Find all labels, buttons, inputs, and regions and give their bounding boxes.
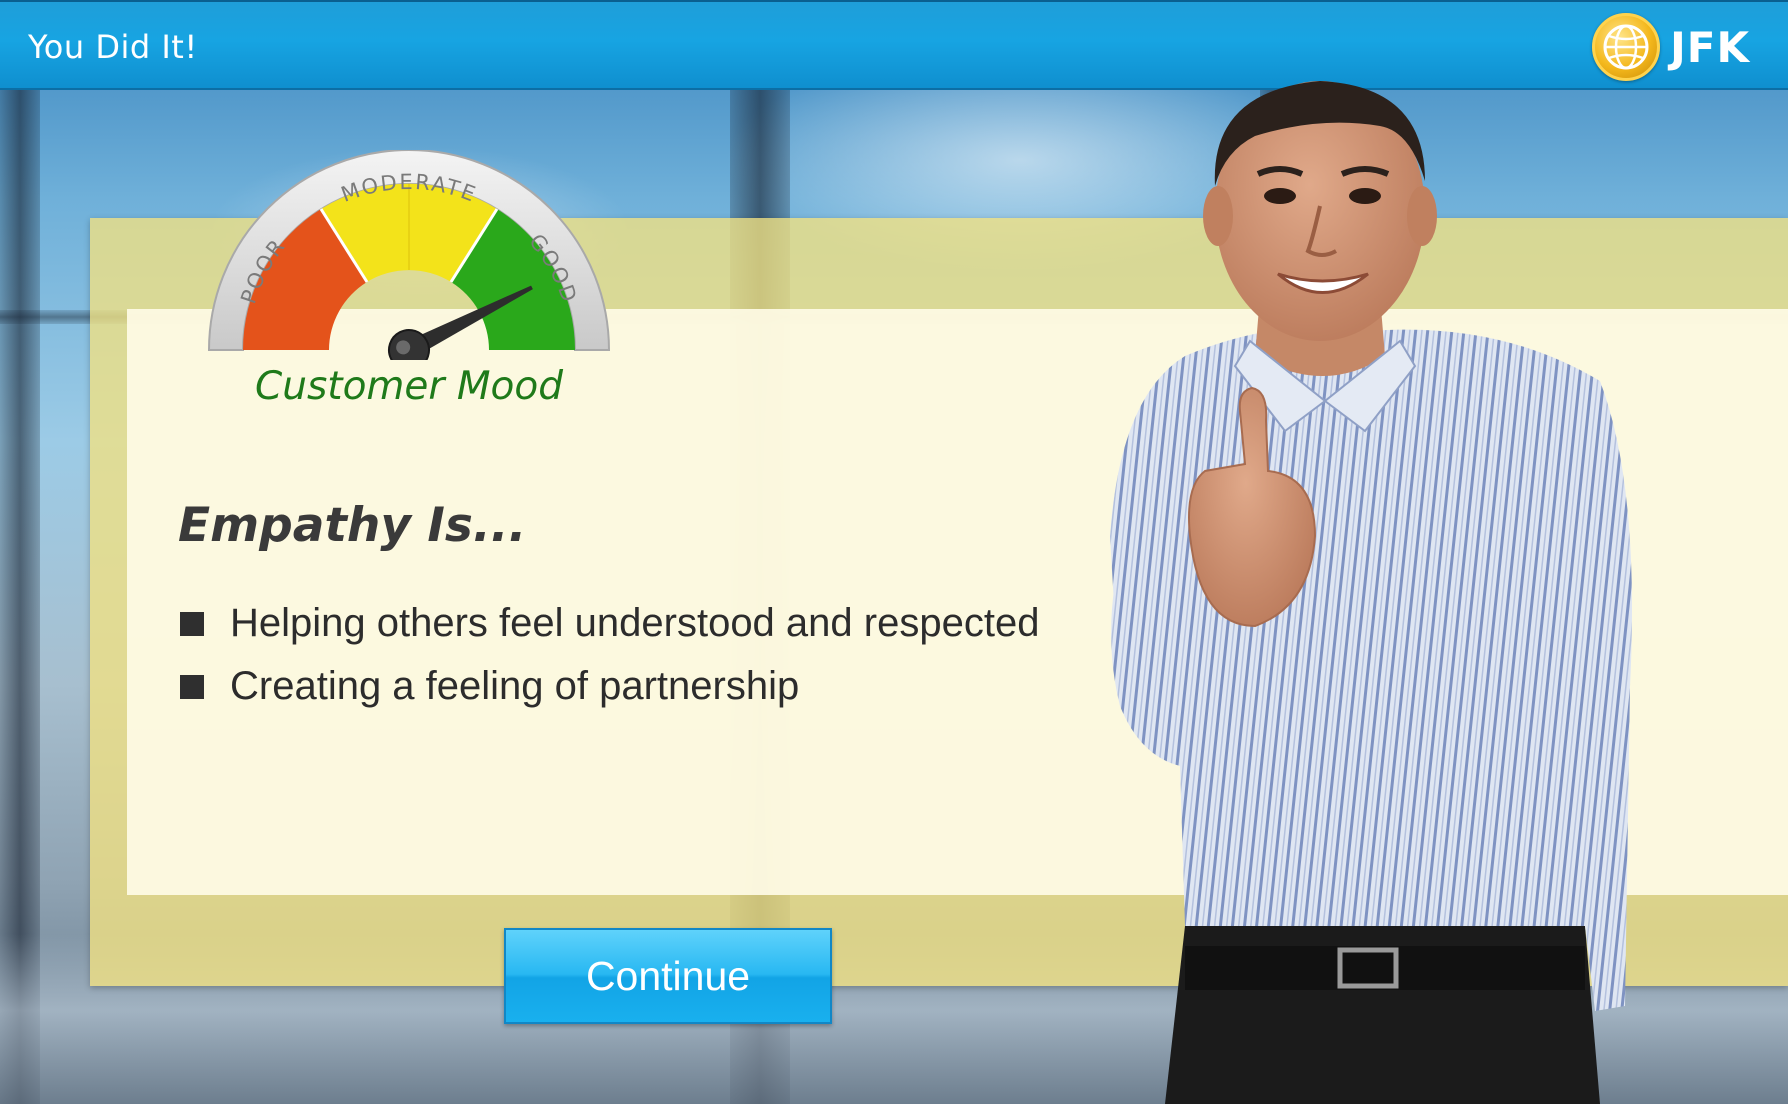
- square-bullet-icon: [180, 611, 204, 636]
- bullet-list: Helping others feel understood and respe…: [180, 592, 1039, 718]
- presenter-thumbs-up-image: [1080, 66, 1780, 1104]
- gauge-caption: Customer Mood: [255, 364, 563, 409]
- page-title: You Did It!: [28, 28, 198, 66]
- square-bullet-icon: [180, 674, 204, 699]
- section-heading: Empathy Is...: [178, 498, 527, 553]
- list-item: Creating a feeling of partnership: [180, 655, 1039, 718]
- continue-button[interactable]: Continue: [504, 928, 832, 1024]
- list-item: Helping others feel understood and respe…: [180, 592, 1039, 655]
- list-item-text: Helping others feel understood and respe…: [230, 601, 1040, 645]
- brand-name: JFK: [1670, 22, 1750, 72]
- customer-mood-gauge: POOR MODERATE GOOD Customer Mood: [203, 149, 615, 420]
- list-item-text: Creating a feeling of partnership: [230, 664, 800, 708]
